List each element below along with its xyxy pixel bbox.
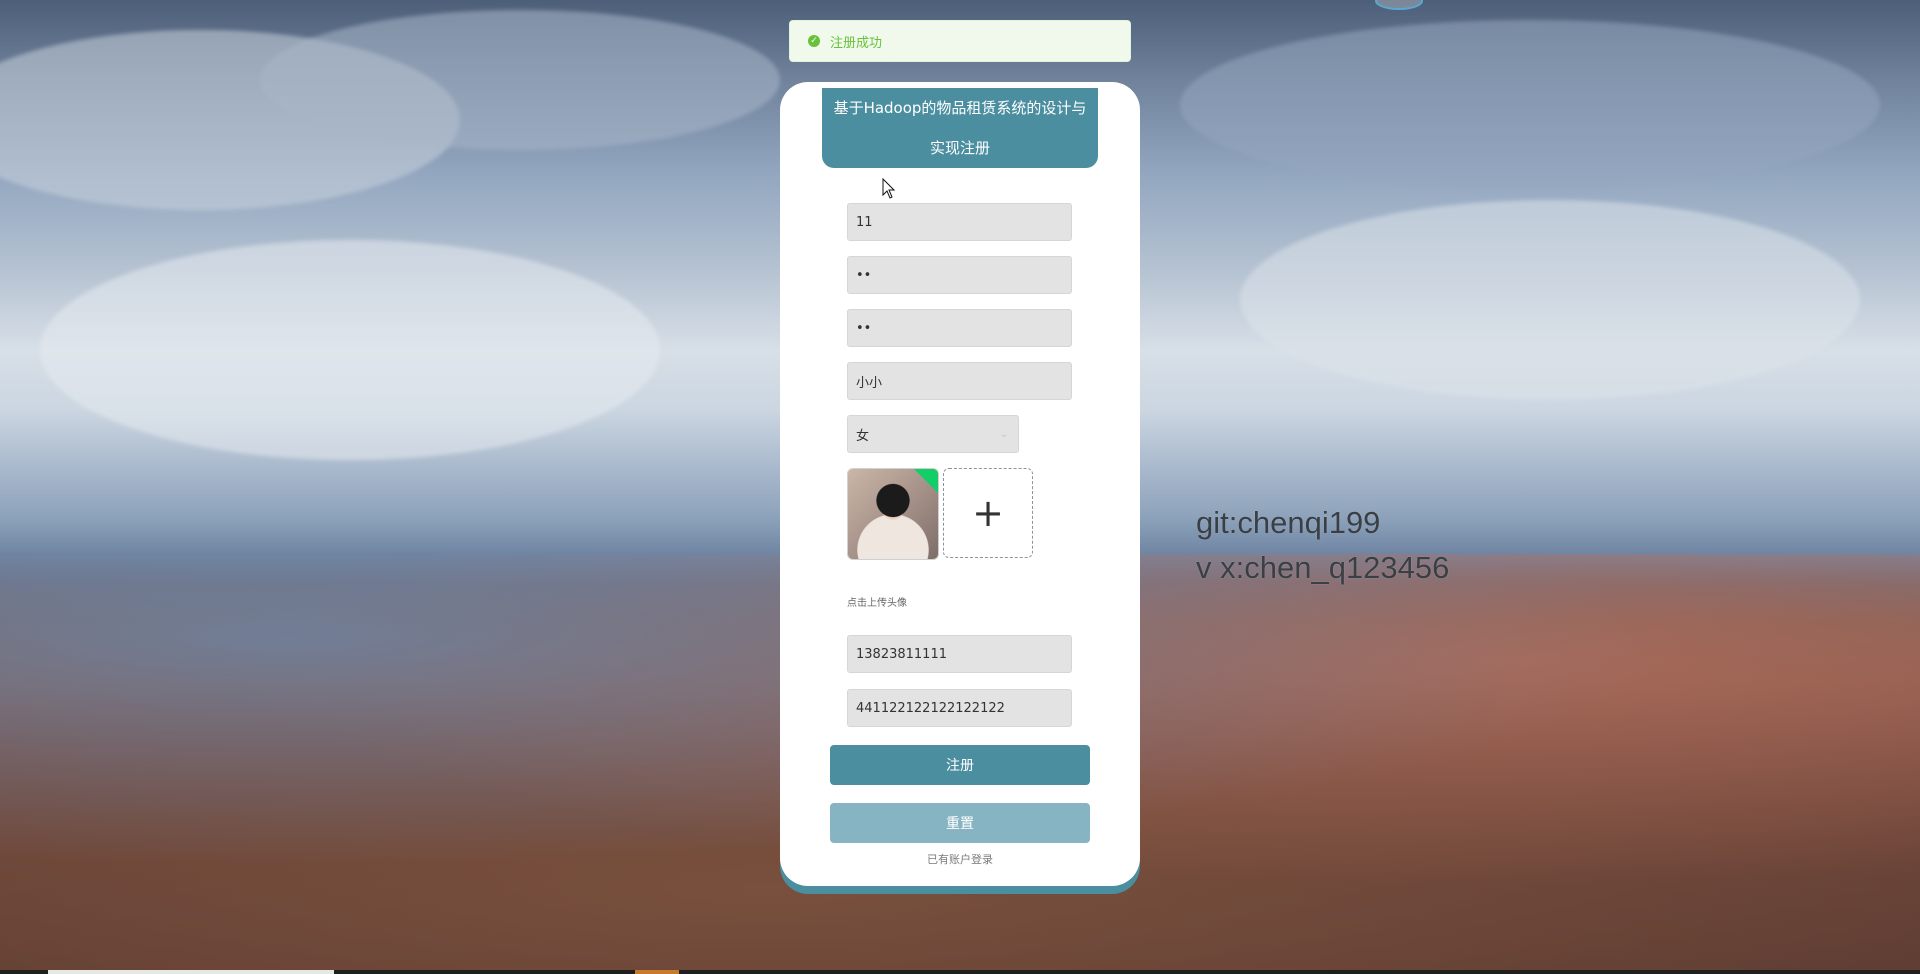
watermark-text: git:chenqi199 v x:chen_q123456 bbox=[1196, 500, 1449, 590]
register-button[interactable]: 注册 bbox=[830, 745, 1090, 785]
success-check-icon: ✓ bbox=[808, 35, 820, 47]
account-input-value: 11 bbox=[856, 214, 873, 230]
cloud-shape bbox=[1240, 200, 1860, 400]
confirm-password-input[interactable]: •• bbox=[847, 309, 1072, 347]
watermark-line-2: v x:chen_q123456 bbox=[1196, 550, 1450, 585]
password-input-value: •• bbox=[856, 267, 872, 283]
plus-icon: + bbox=[972, 491, 1004, 535]
form-title: 基于Hadoop的物品租赁系统的设计与 实现注册 bbox=[822, 88, 1098, 168]
id-card-input[interactable]: 441122122122122122 bbox=[847, 689, 1072, 727]
mouse-cursor-icon bbox=[882, 178, 896, 199]
form-title-line-2: 实现注册 bbox=[929, 139, 990, 157]
cloud-shape bbox=[40, 240, 660, 460]
avatar-upload-button[interactable]: + bbox=[943, 468, 1033, 558]
name-input-value: 小小 bbox=[856, 375, 883, 391]
upload-success-corner bbox=[914, 469, 938, 493]
cloud-shape bbox=[260, 10, 780, 150]
phone-input-value: 13823811111 bbox=[856, 646, 947, 662]
account-input[interactable]: 11 bbox=[847, 203, 1072, 241]
gender-select-value: 女 bbox=[856, 428, 870, 444]
cloud-shape bbox=[1180, 20, 1880, 190]
gender-select[interactable]: 女 ⌄ bbox=[847, 415, 1019, 453]
confirm-password-input-value: •• bbox=[856, 320, 872, 336]
chevron-down-icon: ⌄ bbox=[999, 428, 1008, 440]
success-toast: ✓ 注册成功 bbox=[789, 20, 1131, 62]
bottom-strip-segment bbox=[635, 970, 679, 974]
bottom-strip bbox=[0, 970, 1920, 974]
register-card: 基于Hadoop的物品租赁系统的设计与 实现注册 11 •• •• 小小 女 ⌄… bbox=[780, 82, 1140, 886]
bottom-strip-segment bbox=[48, 970, 334, 974]
phone-input[interactable]: 13823811111 bbox=[847, 635, 1072, 673]
login-link[interactable]: 已有账户登录 bbox=[780, 851, 1140, 867]
id-card-input-value: 441122122122122122 bbox=[856, 700, 1005, 716]
reset-button[interactable]: 重置 bbox=[830, 803, 1090, 843]
uploaded-avatar-image[interactable] bbox=[847, 468, 939, 560]
form-title-line-1: 基于Hadoop的物品租赁系统的设计与 bbox=[833, 99, 1087, 117]
toast-message: 注册成功 bbox=[830, 35, 883, 51]
watermark-line-1: git:chenqi199 bbox=[1196, 505, 1381, 540]
name-input[interactable]: 小小 bbox=[847, 362, 1072, 400]
upload-hint-text: 点击上传头像 bbox=[847, 598, 907, 609]
password-input[interactable]: •• bbox=[847, 256, 1072, 294]
